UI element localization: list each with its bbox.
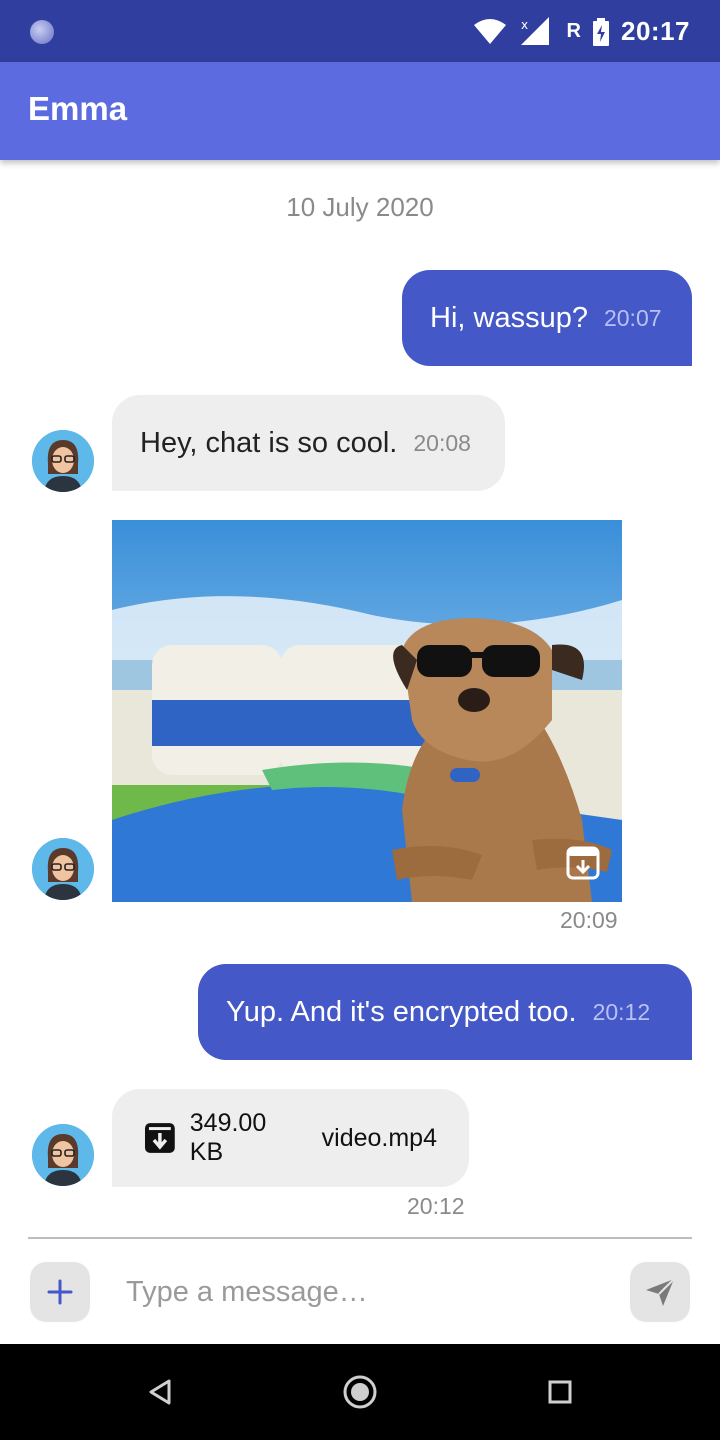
back-icon [149,1379,171,1405]
wifi-icon [473,18,506,44]
status-bar: x R 20:17 [0,0,720,62]
incoming-message[interactable]: Hey, chat is so cool. 20:08 [112,395,505,491]
message-time: 20:09 [560,907,618,933]
message-time: 20:12 [592,998,651,1025]
send-icon [646,1278,675,1306]
download-icon[interactable] [566,846,600,880]
recents-icon [548,1380,572,1404]
message-time: 20:12 [407,1193,465,1219]
download-icon[interactable] [144,1122,176,1154]
date-separator: 10 July 2020 [286,192,434,222]
file-name: video.mp4 [321,1123,437,1152]
message-text: Hi, wassup? [430,301,588,334]
battery-charging-icon [593,17,609,46]
outgoing-message[interactable]: Hi, wassup? 20:07 [402,270,692,366]
avatar[interactable] [32,430,94,492]
message-time: 20:07 [603,304,662,331]
back-button[interactable] [140,1372,180,1412]
signal-icon: x [520,16,549,45]
file-size: 349.00 KB [189,1109,267,1166]
message-text: Hey, chat is so cool. [140,426,398,459]
avatar[interactable] [32,1124,94,1186]
avatar[interactable] [32,838,94,900]
composer-divider [28,1237,692,1239]
outgoing-message[interactable]: Yup. And it's encrypted too. 20:12 [198,964,692,1060]
avatar-illustration [32,430,94,492]
navigation-bar [0,1344,720,1440]
message-text: Yup. And it's encrypted too. [226,995,577,1028]
home-icon [343,1375,377,1409]
message-input[interactable] [112,1262,612,1322]
status-icons: x R 20:17 [473,16,690,47]
avatar-illustration [32,1124,94,1186]
avatar-illustration [32,838,94,900]
file-message[interactable]: 349.00 KB video.mp4 [112,1089,469,1187]
home-button[interactable] [340,1372,380,1412]
image-message[interactable] [112,520,622,902]
send-button[interactable] [630,1262,690,1322]
contact-name[interactable]: Emma [28,90,127,128]
svg-text:x: x [521,18,528,32]
attach-button[interactable] [30,1262,90,1322]
roaming-indicator: R [566,20,581,42]
plus-icon [47,1279,73,1305]
message-time: 20:08 [413,429,471,456]
recents-button[interactable] [540,1372,580,1412]
notification-dot-icon [30,20,54,44]
dog-photo [112,520,622,902]
status-time: 20:17 [621,16,690,46]
app-bar: Emma [0,62,720,160]
